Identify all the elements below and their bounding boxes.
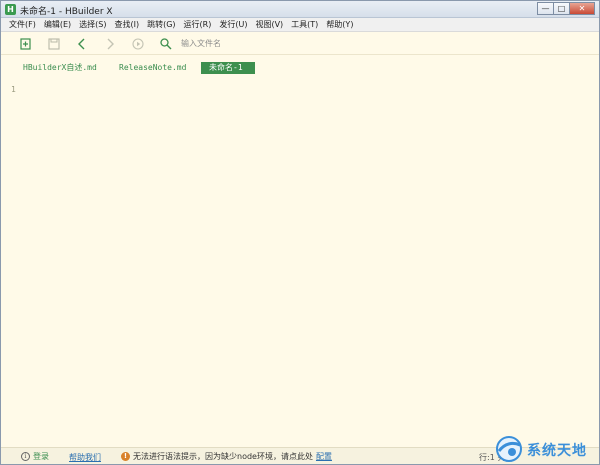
app-window: H 未命名-1 - HBuilder X — □ ✕ 文件(F) 编辑(E) 选… <box>0 0 600 465</box>
warning-text: 无法进行语法提示，因为缺少node环境，请点此处 <box>133 452 313 461</box>
menu-bar: 文件(F) 编辑(E) 选择(S) 查找(I) 跳转(G) 运行(R) 发行(U… <box>1 18 599 32</box>
warning-icon: ! <box>121 452 130 461</box>
line-number: 1 <box>11 85 16 94</box>
toolbar: 输入文件名 <box>1 33 599 55</box>
login-button[interactable]: i 登录 <box>21 451 49 462</box>
watermark-logo-icon <box>496 436 522 462</box>
tab-bar: HBuilderX自述.md ReleaseNote.md 未命名-1 <box>1 56 599 78</box>
minimize-button[interactable]: — <box>537 2 554 15</box>
watermark-text: 系统天地 <box>527 443 587 459</box>
menu-edit[interactable]: 编辑(E) <box>40 18 75 31</box>
window-controls: — □ ✕ <box>537 2 595 16</box>
menu-help[interactable]: 帮助(Y) <box>322 18 357 31</box>
maximize-button[interactable]: □ <box>553 2 570 15</box>
run-icon[interactable] <box>131 37 145 51</box>
hbuilder-app-icon: H <box>5 4 16 15</box>
menu-goto[interactable]: 跳转(G) <box>143 18 179 31</box>
code-editor[interactable]: 1 <box>1 79 599 445</box>
new-file-icon[interactable] <box>19 37 33 51</box>
window-title: 未命名-1 - HBuilder X <box>20 7 113 17</box>
menu-publish[interactable]: 发行(U) <box>215 18 251 31</box>
login-label: 登录 <box>33 452 49 461</box>
close-button[interactable]: ✕ <box>569 2 595 15</box>
menu-select[interactable]: 选择(S) <box>75 18 110 31</box>
menu-view[interactable]: 视图(V) <box>251 18 287 31</box>
menu-run[interactable]: 运行(R) <box>180 18 216 31</box>
user-info-icon: i <box>21 452 30 461</box>
tab-hbuilderx-readme[interactable]: HBuilderX自述.md <box>23 62 97 74</box>
tab-untitled-1[interactable]: 未命名-1 <box>201 62 255 74</box>
file-search-input[interactable]: 输入文件名 <box>181 37 381 50</box>
menu-find[interactable]: 查找(I) <box>110 18 143 31</box>
search-icon[interactable] <box>159 37 173 51</box>
save-icon[interactable] <box>47 37 61 51</box>
menu-tools[interactable]: 工具(T) <box>287 18 322 31</box>
configure-link[interactable]: 配置 <box>316 451 332 462</box>
title-bar[interactable]: H 未命名-1 - HBuilder X — □ ✕ <box>1 1 599 18</box>
forward-icon[interactable] <box>103 37 117 51</box>
help-us-link[interactable]: 帮助我们 <box>69 452 101 463</box>
back-icon[interactable] <box>75 37 89 51</box>
menu-file[interactable]: 文件(F) <box>5 18 40 31</box>
syntax-warning: ! 无法进行语法提示，因为缺少node环境，请点此处 配置 <box>121 451 332 462</box>
tab-release-note[interactable]: ReleaseNote.md <box>119 62 186 74</box>
site-watermark: 系统天地 <box>494 434 600 464</box>
